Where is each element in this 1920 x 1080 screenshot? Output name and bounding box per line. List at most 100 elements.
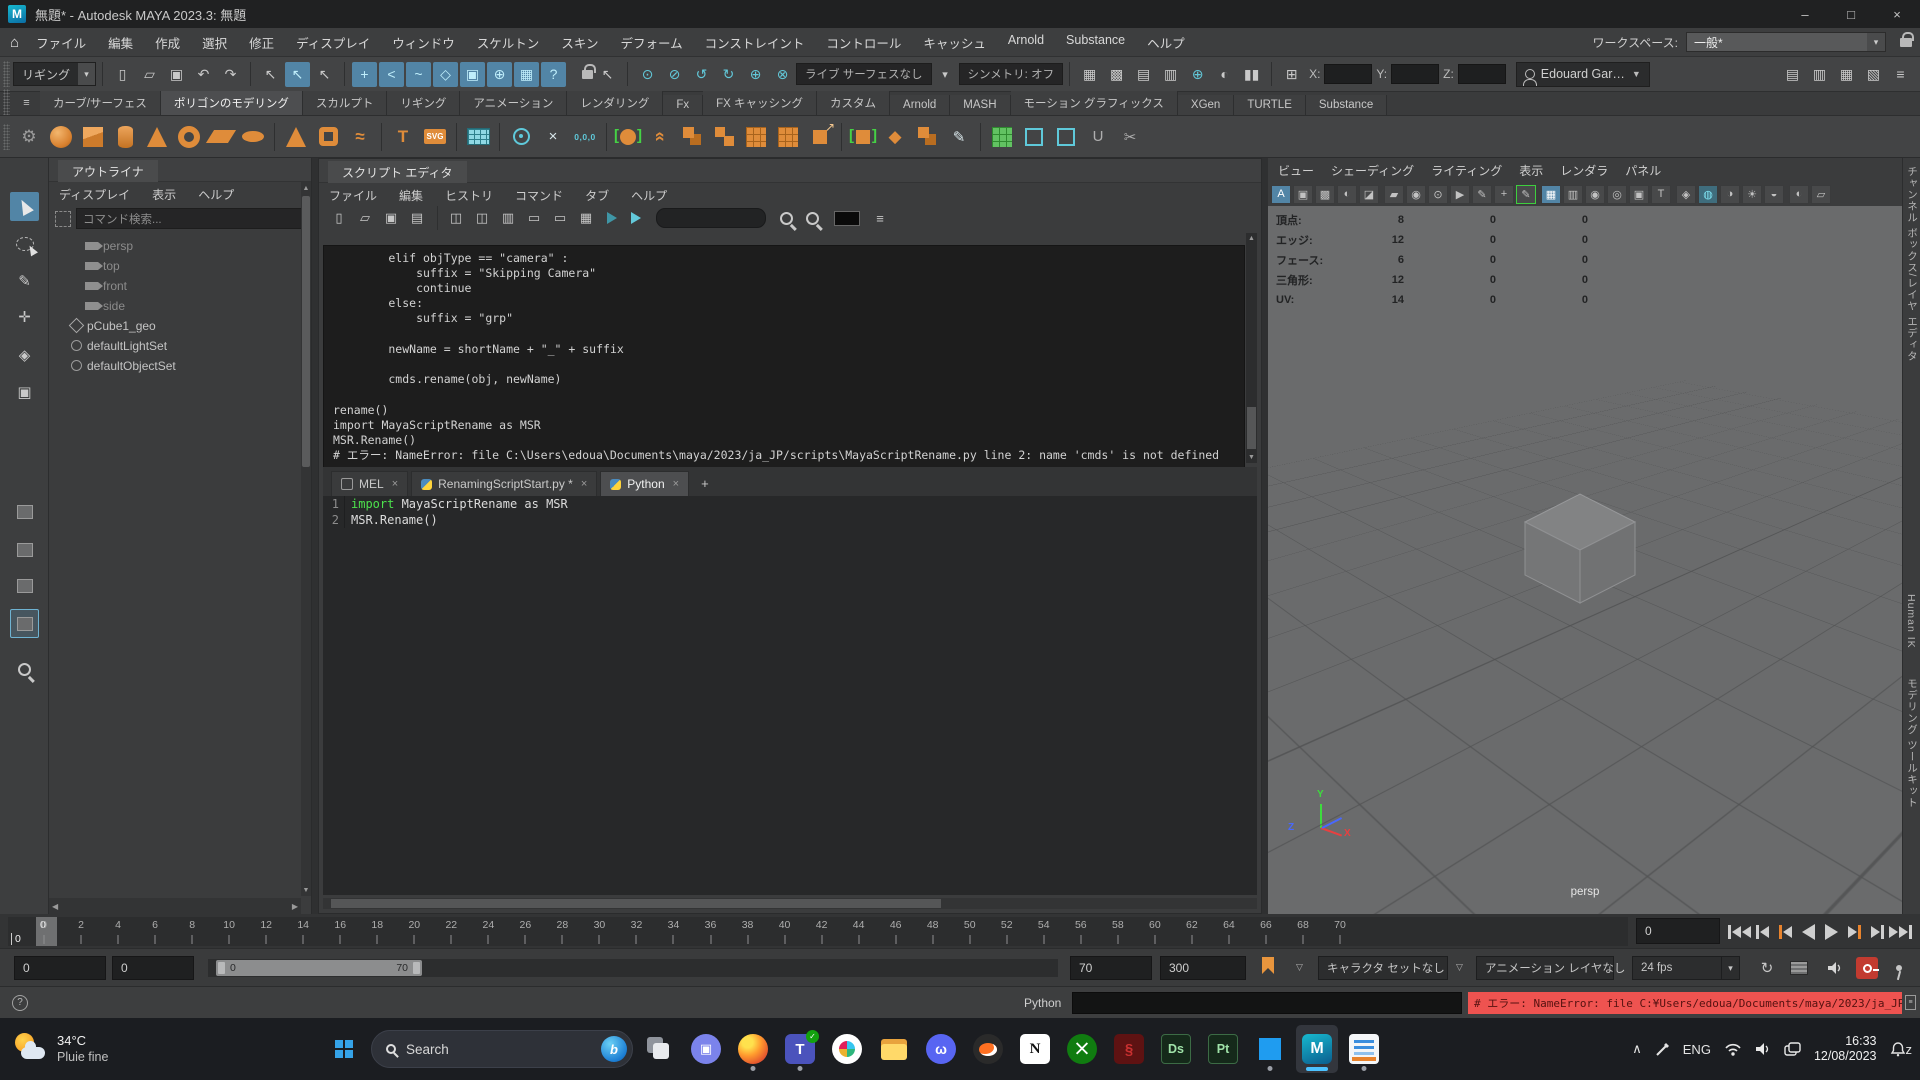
- menu-ヘルプ[interactable]: ヘルプ: [1136, 33, 1196, 52]
- hypershade-icon[interactable]: ▥: [1158, 62, 1183, 87]
- volume-icon[interactable]: [1755, 1042, 1771, 1056]
- snap-help-icon[interactable]: ?: [541, 62, 566, 87]
- textured-mode-icon[interactable]: ◑: [1720, 185, 1740, 204]
- poly-cone-icon[interactable]: [141, 119, 173, 155]
- poly-cube-mesh[interactable]: [1513, 484, 1648, 604]
- lock-camera-icon[interactable]: ▣: [1293, 185, 1313, 204]
- shelf-tab-Substance[interactable]: Substance: [1306, 95, 1387, 115]
- animation-end-field[interactable]: 300: [1160, 956, 1246, 980]
- poly-plane-icon[interactable]: [205, 119, 237, 155]
- poly-helix-icon[interactable]: ≈: [344, 119, 376, 155]
- taskbar-discord-icon[interactable]: ω: [920, 1025, 962, 1073]
- snap-to-curve-icon[interactable]: <: [379, 62, 404, 87]
- drag-handle[interactable]: [3, 89, 10, 115]
- live-surface-field[interactable]: ライブ サーフェスなし: [796, 63, 932, 85]
- taskbar-chat-icon[interactable]: ▣: [685, 1025, 727, 1073]
- playback-start-field[interactable]: 0: [112, 956, 194, 980]
- paint-selection-tool[interactable]: ✎: [10, 266, 39, 295]
- command-error-output[interactable]: # エラー: NameError: file C:¥Users/edoua/Do…: [1468, 992, 1902, 1014]
- reduce-icon[interactable]: [772, 119, 804, 155]
- separate-icon[interactable]: [708, 119, 740, 155]
- current-time-field[interactable]: 0: [1636, 918, 1720, 944]
- channel-box-toggle-icon[interactable]: ≡: [1888, 62, 1913, 87]
- construction-history-icon[interactable]: ⊙: [635, 62, 660, 87]
- menu-デフォーム[interactable]: デフォーム: [609, 33, 693, 52]
- snap-to-point-icon[interactable]: ~: [406, 62, 431, 87]
- taskbar-task-view-icon[interactable]: [638, 1025, 680, 1073]
- resolution-gate-icon[interactable]: ◉: [1585, 185, 1605, 204]
- snap-magnet-icon[interactable]: U: [1082, 119, 1114, 155]
- character-set-menu-icon[interactable]: ▽: [1296, 962, 1303, 973]
- slice-tool-icon[interactable]: ✂: [1114, 119, 1146, 155]
- fill-hole-icon[interactable]: [740, 119, 772, 155]
- poly-disc-icon[interactable]: [237, 119, 269, 155]
- workspace-lock-icon[interactable]: [1900, 38, 1912, 47]
- uv-editor-icon[interactable]: [986, 119, 1018, 155]
- bookmark-icon[interactable]: [1262, 957, 1274, 974]
- notification-bell-icon[interactable]: z: [1890, 1041, 1913, 1057]
- menu-編集[interactable]: 編集: [97, 33, 144, 52]
- maximize-button[interactable]: □: [1828, 0, 1874, 28]
- single-pane-layout-icon[interactable]: [10, 497, 39, 526]
- script-editor-shortcut-icon[interactable]: ≡: [1905, 995, 1916, 1010]
- outliner-item-top[interactable]: top: [85, 256, 120, 275]
- film-gate-icon[interactable]: ▥: [1563, 185, 1583, 204]
- command-search-input[interactable]: コマンド検索...: [76, 208, 303, 229]
- execute-icon[interactable]: [607, 212, 617, 224]
- scroll-up-icon[interactable]: ▲: [301, 182, 311, 194]
- scroll-left-icon[interactable]: ◀: [52, 902, 58, 911]
- lasso-select-tool[interactable]: [10, 229, 39, 258]
- ghosting-icon[interactable]: ⊕: [743, 62, 768, 87]
- clear-input-icon[interactable]: ▭: [548, 207, 572, 230]
- coord-field-1[interactable]: [1391, 64, 1439, 84]
- playback-loop-icon[interactable]: ↻: [1756, 957, 1778, 979]
- viewport-menu-表示[interactable]: 表示: [1519, 162, 1543, 179]
- poly-pipe-icon[interactable]: [312, 119, 344, 155]
- play-backwards-button[interactable]: [1797, 919, 1820, 945]
- select-tool[interactable]: [10, 192, 39, 221]
- boolean-union-icon[interactable]: [676, 119, 708, 155]
- menu-スケルトン[interactable]: スケルトン: [466, 33, 551, 52]
- menu-選択[interactable]: 選択: [191, 33, 238, 52]
- step-back-key-button[interactable]: [1751, 919, 1774, 945]
- coord-field-2[interactable]: [1458, 64, 1506, 84]
- outliner-item-front[interactable]: front: [85, 276, 127, 295]
- center-pivot-icon[interactable]: [505, 119, 537, 155]
- safe-title-icon[interactable]: T: [1651, 185, 1671, 204]
- tool-settings-toggle-icon[interactable]: ▧: [1861, 62, 1886, 87]
- script-tab-RenamingScriptStart.py *[interactable]: RenamingScriptStart.py *×: [411, 471, 597, 496]
- fps-chevron-icon[interactable]: ▾: [1721, 956, 1740, 980]
- close-icon[interactable]: ×: [581, 478, 587, 490]
- close-icon[interactable]: ×: [673, 478, 679, 490]
- hidden-icons-chevron[interactable]: ∧: [1632, 1041, 1642, 1057]
- scroll-down-icon[interactable]: ▼: [301, 884, 311, 896]
- playblast-icon[interactable]: ▶: [1450, 185, 1470, 204]
- viewport-menu-レンダラ[interactable]: レンダラ: [1560, 162, 1608, 179]
- isolate-select-icon[interactable]: ▱: [1811, 185, 1831, 204]
- clear-history-icon[interactable]: ▭: [522, 207, 546, 230]
- zoom-in-icon[interactable]: [774, 207, 798, 230]
- step-forward-frame-button[interactable]: [1843, 919, 1866, 945]
- outline-view-icon[interactable]: ≡: [868, 207, 892, 230]
- poly-sphere-icon[interactable]: [45, 119, 77, 155]
- undo-icon[interactable]: ↶: [191, 62, 216, 87]
- poly-type-icon[interactable]: T: [387, 119, 419, 155]
- history-color-swatch[interactable]: [834, 211, 860, 226]
- taskbar-notion-icon[interactable]: N: [1014, 1025, 1056, 1073]
- modeling-toolkit-toggle-icon[interactable]: ▤: [1780, 62, 1805, 87]
- redo-icon[interactable]: ↷: [218, 62, 243, 87]
- taskbar-dragon-game-icon[interactable]: §: [1108, 1025, 1150, 1073]
- ipr-render-icon[interactable]: ▩: [1104, 62, 1129, 87]
- symmetry-field[interactable]: シンメトリ: オフ: [959, 63, 1064, 85]
- script-editor-menu-ファイル[interactable]: ファイル: [329, 187, 377, 204]
- side-tab-Human IK[interactable]: Human IK: [1905, 594, 1917, 649]
- taskbar-substance-painter-icon[interactable]: Pt: [1202, 1025, 1244, 1073]
- open-script-icon[interactable]: ▱: [353, 207, 377, 230]
- viewport-menu-ビュー[interactable]: ビュー: [1278, 162, 1314, 179]
- range-slider-track[interactable]: 0 70: [208, 959, 1058, 977]
- bing-icon[interactable]: b: [601, 1036, 627, 1062]
- taskbar-notepadpp-icon[interactable]: [1343, 1025, 1385, 1073]
- viewport-canvas[interactable]: 頂点:800エッジ:1200フェース:600三角形:1200UV:1400 Y …: [1268, 206, 1902, 914]
- poly-cylinder-icon[interactable]: [109, 119, 141, 155]
- fps-selector[interactable]: 24 fps: [1632, 956, 1722, 980]
